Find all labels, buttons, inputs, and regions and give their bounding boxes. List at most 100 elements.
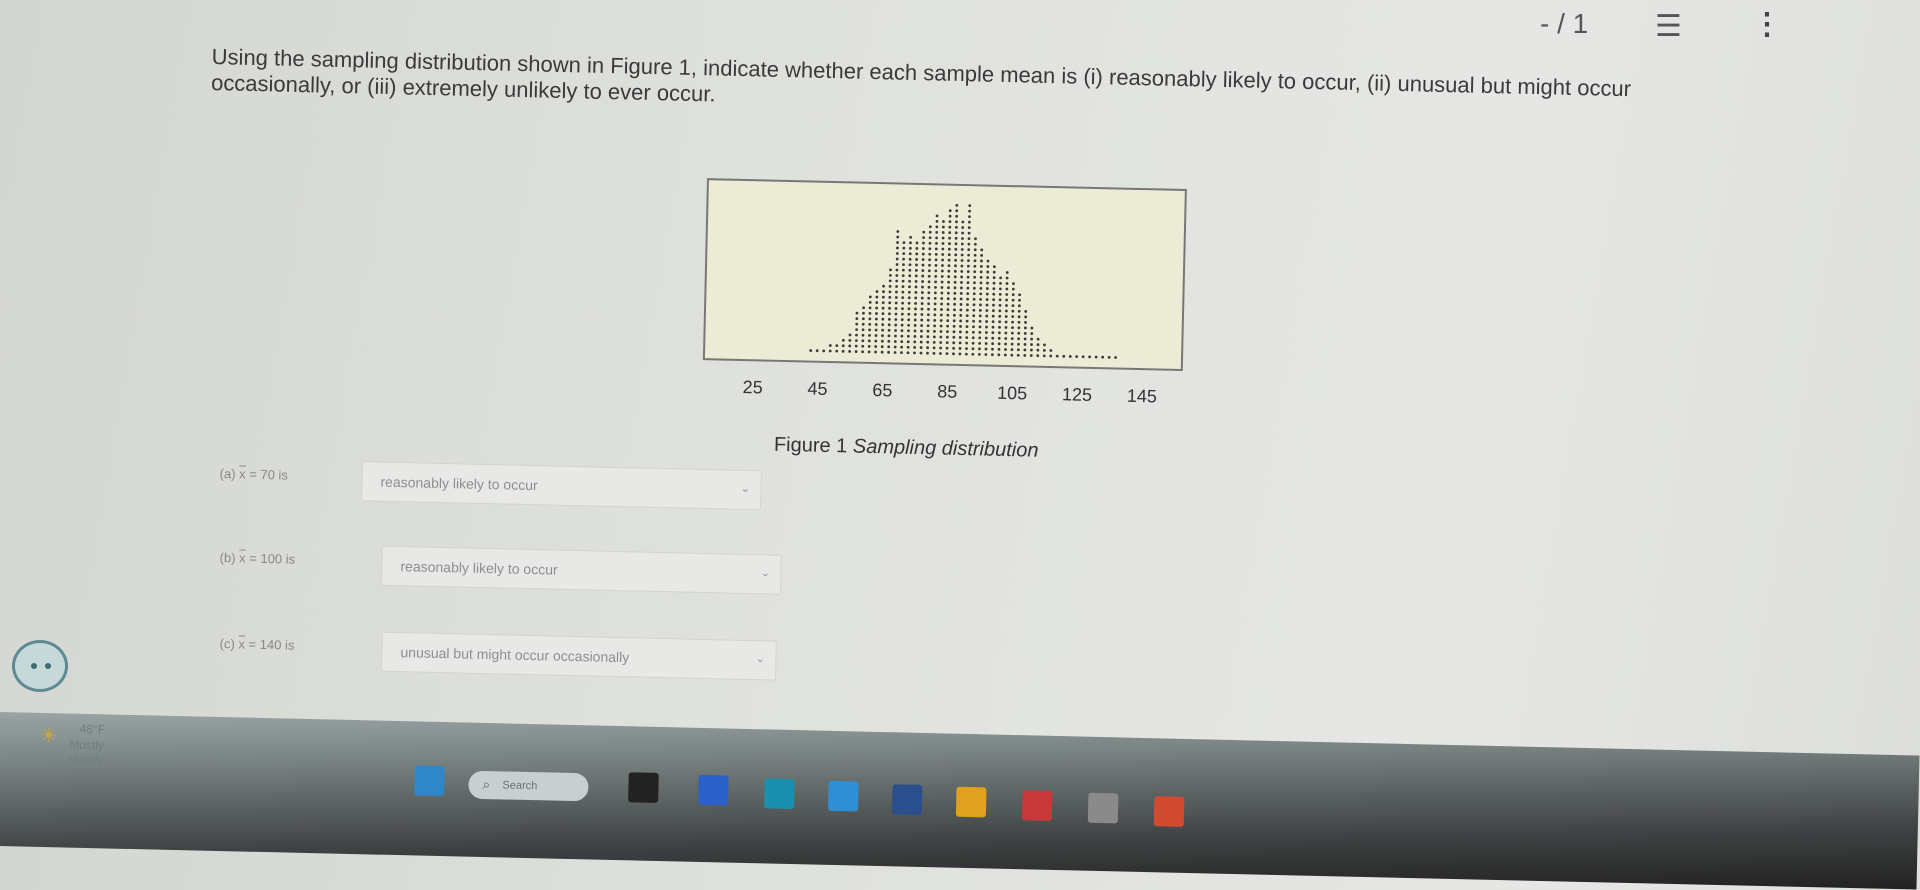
dot <box>945 341 949 345</box>
dot <box>867 350 871 354</box>
part-a-select[interactable]: reasonably likely to occur ⌄ <box>361 461 762 511</box>
dot <box>958 330 962 334</box>
dot <box>1011 298 1015 302</box>
dot <box>953 286 957 290</box>
dot <box>998 292 1002 296</box>
dot <box>1101 355 1105 359</box>
dot <box>954 236 958 240</box>
dot <box>868 295 872 299</box>
dot <box>986 270 990 274</box>
dot <box>1004 337 1008 340</box>
dot <box>887 323 891 327</box>
dot <box>908 285 911 289</box>
dot <box>868 322 872 326</box>
dot <box>880 339 884 343</box>
dot <box>922 241 925 245</box>
dot <box>906 340 910 344</box>
dot <box>967 259 970 263</box>
mail-icon[interactable] <box>1021 789 1053 821</box>
dot <box>896 230 900 233</box>
dot <box>953 302 956 306</box>
part-b-select[interactable]: reasonably likely to occur ⌄ <box>381 545 782 595</box>
dot <box>868 328 871 332</box>
edge-icon[interactable] <box>764 777 795 809</box>
dot <box>992 303 995 307</box>
dot <box>1011 304 1015 308</box>
taskbar-search[interactable]: ⌕ Search <box>468 770 589 802</box>
dot <box>958 336 962 339</box>
dot <box>946 313 950 317</box>
dot <box>927 302 931 306</box>
dot <box>901 301 905 305</box>
dot <box>926 340 930 344</box>
more-vertical-icon[interactable]: ⋮ <box>1752 10 1782 40</box>
dot <box>880 345 884 349</box>
dot <box>1005 287 1009 291</box>
dot <box>939 330 943 333</box>
dot <box>958 341 962 345</box>
dot <box>953 297 957 301</box>
dot <box>960 259 964 262</box>
dot <box>1017 337 1021 341</box>
search-icon: ⌕ <box>482 775 491 793</box>
widgets-icon[interactable] <box>414 765 445 797</box>
folder-icon[interactable] <box>955 786 987 818</box>
dot <box>940 286 944 289</box>
dot <box>991 309 995 313</box>
dot <box>861 317 865 321</box>
dot <box>855 311 859 315</box>
dot <box>926 351 929 355</box>
chrome-icon[interactable] <box>1153 795 1185 827</box>
dot <box>906 345 910 349</box>
dot <box>967 253 971 257</box>
dot <box>920 329 923 333</box>
dot <box>1024 315 1028 319</box>
dot <box>953 280 957 284</box>
dot <box>979 303 982 307</box>
dot <box>922 236 926 239</box>
dot <box>893 340 897 343</box>
dot <box>941 242 945 245</box>
dot <box>992 276 996 280</box>
part-c-select[interactable]: unusual but might occur occasionally ⌄ <box>381 631 777 681</box>
dot <box>974 237 977 241</box>
store-icon[interactable] <box>827 780 859 812</box>
dot <box>934 263 938 267</box>
dot <box>961 220 965 224</box>
dot <box>1107 355 1111 359</box>
chat-icon[interactable] <box>698 774 729 806</box>
dot <box>940 291 944 295</box>
dot <box>913 335 917 338</box>
dot <box>971 330 975 334</box>
dot <box>920 313 924 316</box>
dot <box>979 276 983 279</box>
dot <box>920 302 924 305</box>
dot <box>959 292 963 295</box>
dot <box>927 280 931 284</box>
dot <box>941 253 945 256</box>
dot <box>902 263 905 267</box>
dot <box>1036 343 1040 347</box>
dot <box>848 339 852 342</box>
dot-plot <box>809 203 1118 359</box>
x-tick-label: 105 <box>996 382 1028 404</box>
dot <box>913 318 917 322</box>
list-icon[interactable]: ☰ <box>1655 12 1682 42</box>
dot <box>894 318 898 321</box>
dot <box>895 257 899 261</box>
dot <box>928 263 931 267</box>
dot <box>907 312 911 316</box>
dot <box>1043 343 1046 347</box>
dot <box>979 297 983 301</box>
dot <box>953 275 957 279</box>
dot <box>861 322 865 326</box>
dot <box>1004 320 1008 324</box>
app-icon-2[interactable] <box>1087 792 1119 824</box>
dot <box>921 258 925 261</box>
assistant-avatar-icon[interactable] <box>12 640 68 692</box>
dot <box>915 247 919 250</box>
dot <box>991 320 995 324</box>
file-explorer-icon[interactable] <box>628 771 659 803</box>
dot <box>907 290 911 294</box>
app-icon[interactable] <box>891 783 923 815</box>
